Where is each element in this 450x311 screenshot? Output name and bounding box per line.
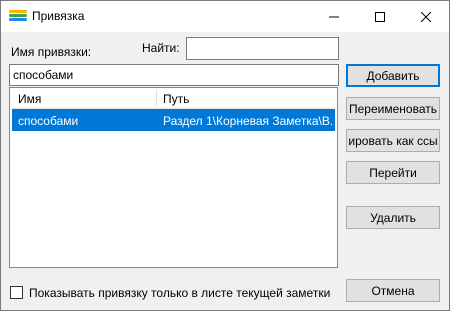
current-note-only-label[interactable]: Показывать привязку только в листе текущ… (29, 286, 330, 300)
minimize-button[interactable] (311, 1, 357, 32)
list-row[interactable]: способами Раздел 1\Корневая Заметка\В... (12, 109, 335, 131)
maximize-icon (375, 11, 385, 22)
minimize-icon (329, 16, 339, 17)
list-header: Имя Путь (10, 88, 337, 109)
bookmark-name-label: Имя привязки: (11, 45, 92, 59)
add-button[interactable]: Добавить (346, 64, 440, 87)
go-button-label: Перейти (369, 165, 417, 180)
search-input[interactable] (186, 37, 339, 60)
bookmark-dialog: Привязка Имя привязки: Найти: способами … (0, 0, 450, 311)
search-label: Найти: (142, 41, 180, 55)
rename-button[interactable]: Переименовать (346, 97, 440, 120)
cancel-button[interactable]: Отмена (346, 279, 440, 302)
bookmark-list[interactable]: Имя Путь способами Раздел 1\Корневая Зам… (9, 87, 338, 268)
delete-button[interactable]: Удалить (346, 206, 440, 229)
column-separator[interactable] (156, 90, 157, 106)
column-header-name[interactable]: Имя (18, 92, 41, 106)
copy-as-link-button[interactable]: ировать как ссы (346, 129, 440, 152)
bookmark-name-input[interactable]: способами (9, 64, 339, 86)
column-header-path[interactable]: Путь (163, 92, 189, 106)
maximize-button[interactable] (357, 1, 403, 32)
rename-button-label: Переименовать (349, 101, 437, 116)
current-note-only-checkbox[interactable] (10, 286, 23, 299)
copy-as-link-button-label: ировать как ссы (349, 133, 437, 148)
cancel-button-label: Отмена (371, 283, 415, 298)
close-button[interactable] (403, 1, 449, 32)
close-icon (421, 11, 431, 22)
app-logo-icon (9, 10, 27, 21)
title-bar[interactable]: Привязка (1, 1, 449, 32)
delete-button-label: Удалить (370, 210, 416, 225)
row-path-cell: Раздел 1\Корневая Заметка\В... (163, 114, 334, 128)
go-button[interactable]: Перейти (346, 161, 440, 184)
add-button-label: Добавить (366, 68, 420, 83)
window-title: Привязка (32, 9, 85, 23)
row-name-cell: способами (18, 114, 79, 128)
